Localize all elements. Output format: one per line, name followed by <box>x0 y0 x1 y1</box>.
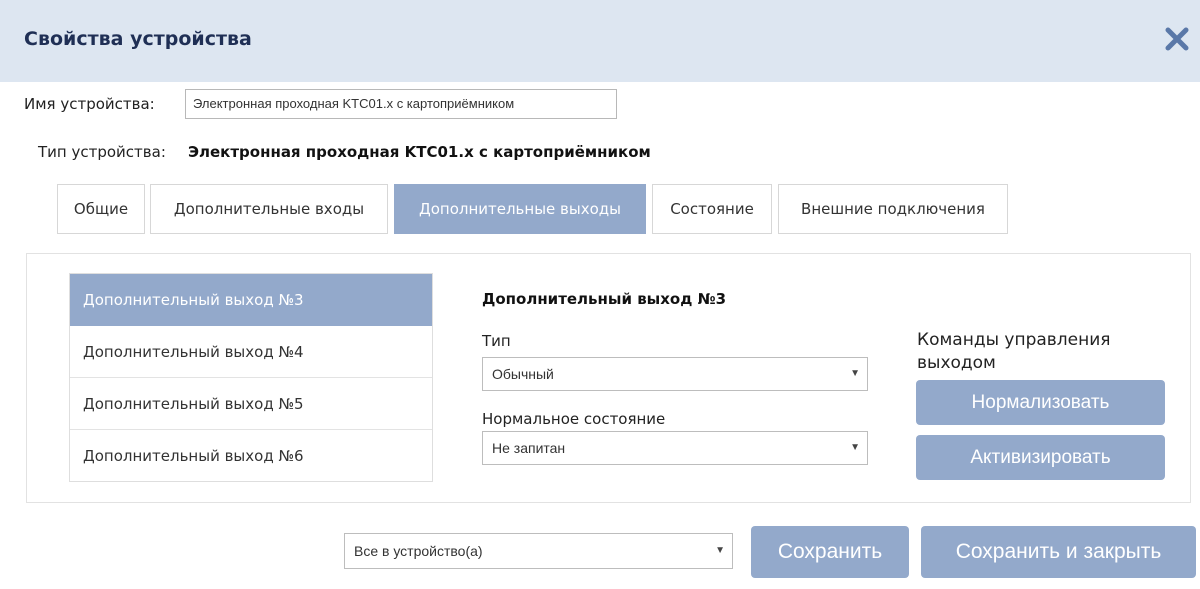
normalize-button[interactable]: Нормализовать <box>916 380 1165 425</box>
device-name-label: Имя устройства: <box>24 95 155 113</box>
apply-target-value: Все в устройство(а) <box>354 543 483 559</box>
tab-general[interactable]: Общие <box>57 184 145 234</box>
tab-state[interactable]: Состояние <box>652 184 772 234</box>
close-button[interactable] <box>1162 24 1192 54</box>
output-type-select[interactable]: Обычный ▼ <box>482 357 868 391</box>
list-item-output-6[interactable]: Дополнительный выход №6 <box>70 430 432 482</box>
device-name-input[interactable]: Электронная проходная KTC01.x с картопри… <box>185 89 617 119</box>
dialog-header: Свойства устройства <box>0 0 1200 82</box>
normal-state-label: Нормальное состояние <box>482 410 666 428</box>
normal-state-select[interactable]: Не запитан ▼ <box>482 431 868 465</box>
save-button[interactable]: Сохранить <box>751 526 909 578</box>
dialog-title: Свойства устройства <box>24 28 252 50</box>
chevron-down-icon: ▼ <box>850 442 860 453</box>
normal-state-value: Не запитан <box>492 440 566 456</box>
list-item-output-3[interactable]: Дополнительный выход №3 <box>70 274 432 326</box>
commands-label: Команды управления выходом <box>917 330 1111 373</box>
device-type-label: Тип устройства: <box>38 143 166 161</box>
list-item-output-4[interactable]: Дополнительный выход №4 <box>70 326 432 378</box>
tab-external-connections[interactable]: Внешние подключения <box>778 184 1008 234</box>
chevron-down-icon: ▼ <box>715 545 725 556</box>
output-type-label: Тип <box>482 332 511 350</box>
close-icon <box>1165 27 1189 51</box>
tab-additional-outputs[interactable]: Дополнительные выходы <box>394 184 646 234</box>
chevron-down-icon: ▼ <box>850 368 860 379</box>
tab-additional-inputs[interactable]: Дополнительные входы <box>150 184 388 234</box>
activate-button[interactable]: Активизировать <box>916 435 1165 480</box>
outputs-list: Дополнительный выход №3 Дополнительный в… <box>69 273 433 482</box>
device-type-value: Электронная проходная KTC01.x с картопри… <box>188 143 651 161</box>
apply-target-select[interactable]: Все в устройство(а) ▼ <box>344 533 733 569</box>
save-and-close-button[interactable]: Сохранить и закрыть <box>921 526 1196 578</box>
list-item-output-5[interactable]: Дополнительный выход №5 <box>70 378 432 430</box>
output-type-value: Обычный <box>492 366 554 382</box>
output-detail-title: Дополнительный выход №3 <box>482 290 727 308</box>
